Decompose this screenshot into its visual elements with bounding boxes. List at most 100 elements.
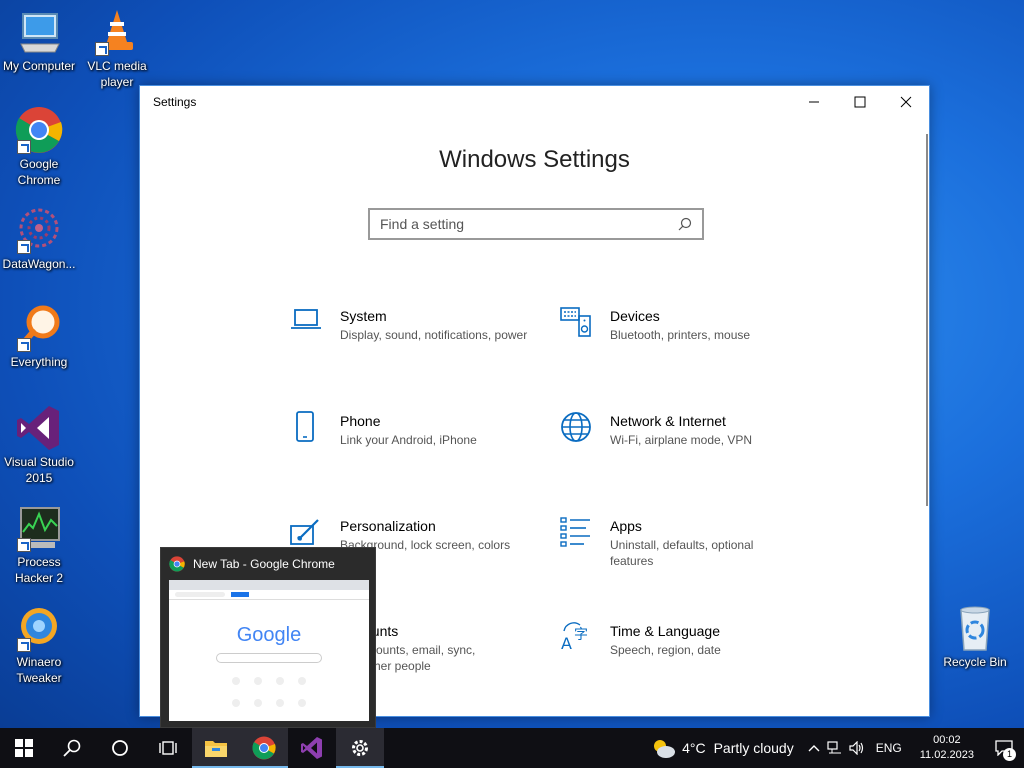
- category-desc: Uninstall, defaults, optional features: [610, 538, 754, 568]
- cortana-button[interactable]: [96, 728, 144, 768]
- desktop-icon-recycle-bin[interactable]: Recycle Bin: [936, 604, 1014, 670]
- desktop-icon-label: Everything: [10, 355, 68, 369]
- desktop-icon-label: My Computer: [2, 59, 76, 73]
- clock-date: 11.02.2023: [919, 749, 974, 761]
- preview-thumbnail[interactable]: Google: [169, 580, 369, 721]
- desktop-icon-visual-studio[interactable]: Visual Studio 2015: [0, 404, 78, 486]
- category-accounts[interactable]: ounts ccounts, email, sync, other people: [364, 621, 524, 674]
- search-button[interactable]: [48, 728, 96, 768]
- category-phone[interactable]: Phone Link your Android, iPhone: [290, 411, 530, 455]
- start-button[interactable]: [0, 728, 48, 768]
- taskbar-chrome[interactable]: [240, 728, 288, 768]
- close-button[interactable]: [883, 86, 929, 118]
- category-name: System: [340, 308, 387, 324]
- category-desc: Display, sound, notifications, power: [340, 328, 528, 342]
- title-bar[interactable]: Settings: [140, 86, 929, 118]
- maximize-button[interactable]: [837, 86, 883, 118]
- category-name: Time & Language: [610, 623, 720, 639]
- category-name: Personalization: [340, 518, 436, 534]
- desktop-icon-label: Winaero Tweaker: [16, 655, 62, 685]
- svg-text:字: 字: [574, 627, 588, 643]
- chrome-icon: [15, 106, 63, 154]
- laptop-icon: [290, 306, 340, 350]
- notification-badge: 1: [1003, 748, 1016, 761]
- category-devices[interactable]: Devices Bluetooth, printers, mouse: [560, 306, 800, 350]
- process-hacker-icon: [15, 504, 63, 552]
- visual-studio-icon: [15, 404, 63, 452]
- category-name: Phone: [340, 413, 381, 429]
- desktop-icon-winaero[interactable]: Winaero Tweaker: [0, 604, 78, 686]
- chrome-icon: [169, 556, 185, 572]
- windows-logo-icon: [15, 739, 33, 757]
- language-indicator[interactable]: ENG: [876, 741, 902, 755]
- desktop-icon-label: Process Hacker 2: [14, 555, 64, 585]
- desktop-icon-everything[interactable]: Everything: [0, 304, 78, 370]
- task-view-button[interactable]: [144, 728, 192, 768]
- network-button[interactable]: [824, 741, 846, 755]
- weather-temp: 4°C: [682, 740, 706, 756]
- category-desc: Bluetooth, printers, mouse: [610, 328, 751, 342]
- close-icon: [900, 96, 912, 108]
- scrollbar[interactable]: [926, 134, 928, 506]
- category-time-language[interactable]: A 字 Time & Language Speech, region, date: [560, 621, 800, 665]
- minimize-button[interactable]: [791, 86, 837, 118]
- speaker-icon: [849, 741, 863, 755]
- taskbar-thumbnail-preview[interactable]: New Tab - Google Chrome Google: [160, 547, 376, 728]
- volume-button[interactable]: [846, 741, 868, 755]
- task-view-icon: [159, 741, 177, 755]
- search-icon: [63, 739, 81, 757]
- partly-cloudy-icon: [654, 740, 676, 758]
- desktop-icon-label: Recycle Bin: [943, 655, 1007, 669]
- svg-text:A: A: [561, 634, 572, 653]
- desktop-icon-label: Google Chrome: [17, 157, 61, 187]
- vlc-cone-icon: [93, 8, 141, 56]
- weather-widget[interactable]: 4°C Partly cloudy: [650, 737, 794, 759]
- category-name: Devices: [610, 308, 660, 324]
- taskbar-visual-studio[interactable]: [288, 728, 336, 768]
- search-input[interactable]: Find a setting: [380, 216, 678, 232]
- chevron-up-icon: [808, 745, 820, 752]
- desktop-icon-datawagon[interactable]: DataWagon...: [0, 206, 78, 272]
- category-network[interactable]: Network & Internet Wi-Fi, airplane mode,…: [560, 411, 800, 455]
- show-hidden-icons-button[interactable]: [804, 744, 824, 752]
- desktop-icon-chrome[interactable]: Google Chrome: [0, 106, 78, 188]
- desktop-icon-process-hacker[interactable]: Process Hacker 2: [0, 504, 78, 586]
- time-language-icon: A 字: [560, 621, 610, 665]
- category-system[interactable]: System Display, sound, notifications, po…: [290, 306, 530, 350]
- desktop-icon-label: Visual Studio 2015: [4, 455, 74, 485]
- taskbar-file-explorer[interactable]: [192, 728, 240, 768]
- system-tray: 4°C Partly cloudy ENG 00:02 11.02.2023 1: [650, 728, 1024, 768]
- minimize-icon: [809, 101, 819, 103]
- folder-icon: [205, 741, 227, 757]
- window-title: Settings: [153, 95, 197, 109]
- recycle-bin-icon: [951, 604, 999, 652]
- weather-text: Partly cloudy: [713, 740, 794, 756]
- cortana-circle-icon: [112, 740, 128, 756]
- category-desc: Wi-Fi, airplane mode, VPN: [610, 433, 753, 447]
- taskbar: 4°C Partly cloudy ENG 00:02 11.02.2023 1: [0, 728, 1024, 768]
- desktop-icon-vlc[interactable]: VLC media player: [78, 8, 156, 90]
- winaero-icon: [15, 604, 63, 652]
- category-desc: Speech, region, date: [610, 643, 721, 657]
- chrome-icon: [252, 736, 276, 760]
- google-logo: Google: [236, 624, 302, 646]
- taskbar-settings[interactable]: [336, 728, 384, 768]
- preview-title: New Tab - Google Chrome: [193, 557, 335, 571]
- magnifier-icon: [15, 304, 63, 352]
- page-title: Windows Settings: [439, 146, 630, 173]
- search-box[interactable]: Find a setting: [368, 208, 704, 240]
- gear-icon: [352, 740, 368, 756]
- clock-time: 00:02: [933, 734, 961, 746]
- category-desc: Link your Android, iPhone: [340, 433, 477, 447]
- desktop-icon-my-computer[interactable]: My Computer: [0, 8, 78, 74]
- action-center-button[interactable]: 1: [984, 728, 1024, 768]
- category-name: Apps: [610, 518, 642, 534]
- category-desc: ccounts, email, sync, other people: [364, 643, 476, 673]
- phone-icon: [290, 411, 340, 455]
- keyboard-speaker-icon: [560, 306, 610, 350]
- category-apps[interactable]: Apps Uninstall, defaults, optional featu…: [560, 516, 800, 569]
- preview-header: New Tab - Google Chrome: [161, 548, 375, 580]
- network-icon: [827, 741, 841, 754]
- apps-list-icon: [560, 516, 610, 560]
- clock[interactable]: 00:02 11.02.2023: [920, 733, 974, 763]
